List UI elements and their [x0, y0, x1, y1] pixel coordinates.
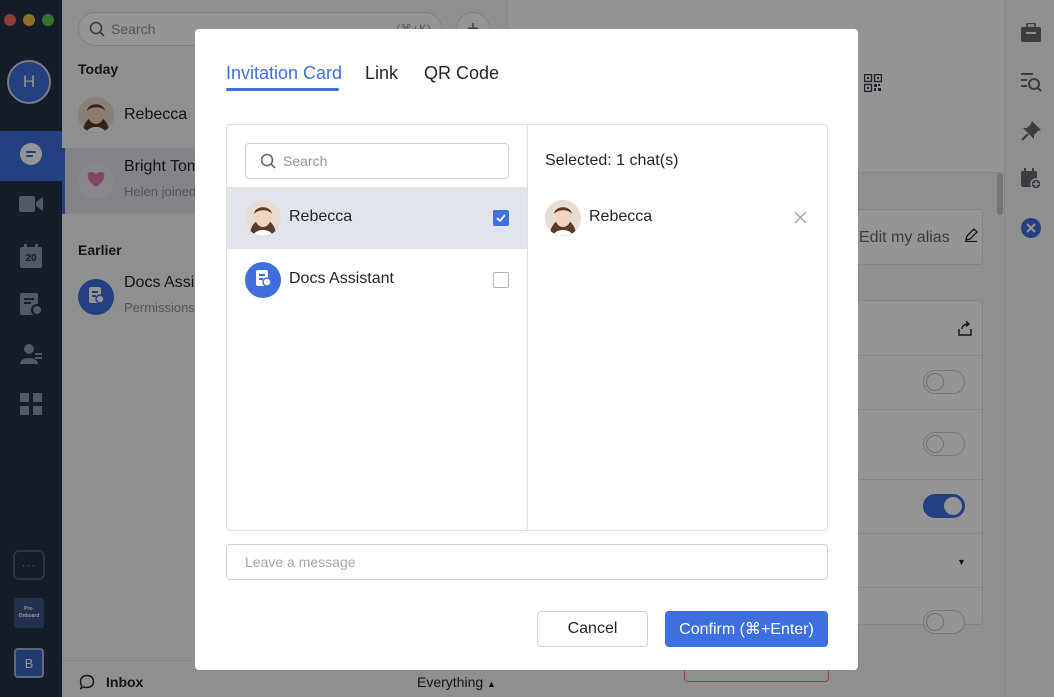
tab-qr-code[interactable]: QR Code — [424, 63, 499, 84]
active-tab-indicator — [226, 88, 339, 91]
docs-bot-icon — [254, 269, 272, 292]
avatar — [545, 200, 581, 236]
message-input[interactable] — [226, 544, 828, 580]
tab-invitation-card[interactable]: Invitation Card — [226, 63, 342, 84]
avatar — [245, 262, 281, 298]
selected-item-rebecca: Rebecca — [528, 188, 827, 250]
search-placeholder: Search — [283, 153, 328, 169]
candidate-docs-assistant[interactable]: Docs Assistant — [227, 249, 527, 311]
qr-code-icon — [863, 73, 883, 97]
selected-count: Selected: 1 chat(s) — [545, 152, 679, 169]
cancel-button[interactable]: Cancel — [537, 611, 648, 647]
chat-picker: Search Rebecca Docs Assistant Selected: — [226, 124, 828, 531]
selected-name: Rebecca — [589, 208, 653, 225]
candidate-name: Rebecca — [289, 208, 353, 225]
divider — [527, 125, 528, 530]
remove-selected-icon[interactable] — [792, 209, 808, 225]
candidate-checkbox[interactable] — [493, 210, 509, 226]
share-group-dialog: Invitation Card Link QR Code Search Rebe… — [195, 29, 883, 670]
candidate-checkbox[interactable] — [493, 272, 509, 288]
avatar — [245, 200, 281, 236]
candidate-rebecca[interactable]: Rebecca — [227, 187, 527, 249]
confirm-button[interactable]: Confirm (⌘+Enter) — [665, 611, 828, 647]
candidate-name: Docs Assistant — [289, 270, 394, 287]
check-icon — [496, 214, 506, 222]
search-icon — [260, 153, 276, 169]
tab-link[interactable]: Link — [365, 63, 398, 84]
picker-search-input[interactable]: Search — [245, 143, 509, 179]
